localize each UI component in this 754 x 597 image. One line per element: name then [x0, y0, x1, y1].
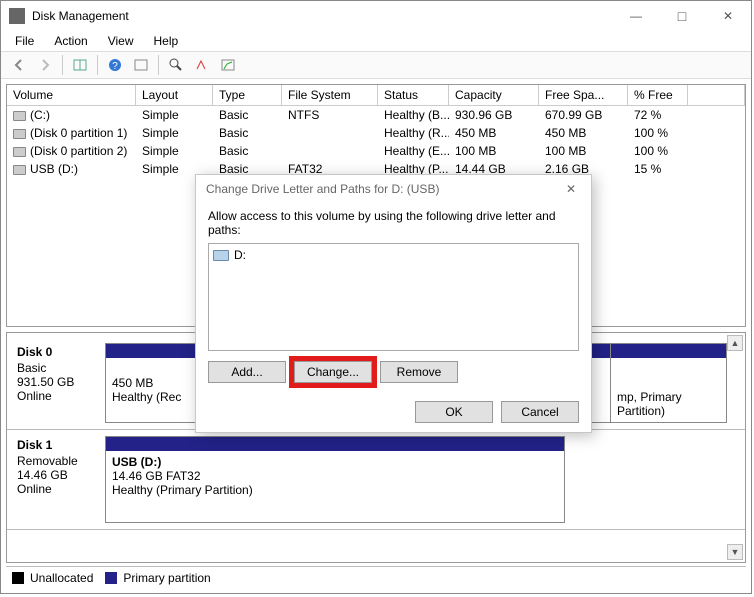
col-volume[interactable]: Volume [7, 85, 136, 106]
toolbar: ? [1, 51, 751, 79]
svg-text:?: ? [112, 61, 118, 72]
col-freespace[interactable]: Free Spa... [539, 85, 628, 106]
table-row[interactable]: (Disk 0 partition 2)SimpleBasicHealthy (… [7, 142, 745, 160]
menubar: File Action View Help [1, 31, 751, 51]
scroll-up[interactable]: ▲ [727, 335, 743, 351]
table-row[interactable]: (C:)SimpleBasicNTFSHealthy (B...930.96 G… [7, 106, 745, 124]
legend-primary: Primary partition [123, 571, 210, 585]
col-status[interactable]: Status [378, 85, 449, 106]
search-button[interactable] [164, 54, 188, 76]
titlebar: Disk Management [1, 1, 751, 31]
ok-button[interactable]: OK [415, 401, 493, 423]
close-button[interactable] [705, 1, 751, 31]
col-filesystem[interactable]: File System [282, 85, 378, 106]
dialog-titlebar: Change Drive Letter and Paths for D: (US… [196, 175, 591, 203]
disk1-partitions: USB (D:) 14.46 GB FAT32 Healthy (Primary… [105, 436, 565, 523]
list-button[interactable] [216, 54, 240, 76]
drive-icon [213, 250, 229, 261]
menu-file[interactable]: File [7, 32, 42, 50]
menu-help[interactable]: Help [146, 32, 187, 50]
back-button[interactable] [7, 54, 31, 76]
legend-swatch-primary [105, 572, 117, 584]
dialog-title: Change Drive Letter and Paths for D: (US… [206, 182, 551, 196]
col-capacity[interactable]: Capacity [449, 85, 539, 106]
forward-button[interactable] [33, 54, 57, 76]
change-drive-letter-dialog: Change Drive Letter and Paths for D: (US… [195, 174, 592, 433]
help-button[interactable]: ? [103, 54, 127, 76]
legend-swatch-unallocated [12, 572, 24, 584]
window-title: Disk Management [32, 9, 613, 23]
table-header: Volume Layout Type File System Status Ca… [7, 85, 745, 106]
menu-view[interactable]: View [100, 32, 142, 50]
disk-row-1[interactable]: Disk 1 Removable 14.46 GB Online USB (D:… [7, 430, 745, 530]
add-button[interactable]: Add... [208, 361, 286, 383]
dialog-close-button[interactable] [551, 175, 591, 203]
maximize-button[interactable] [659, 1, 705, 31]
remove-button[interactable]: Remove [380, 361, 458, 383]
disk0-label: Disk 0 Basic 931.50 GB Online [13, 343, 105, 423]
disk1-label: Disk 1 Removable 14.46 GB Online [13, 436, 105, 523]
table-row[interactable]: (Disk 0 partition 1)SimpleBasicHealthy (… [7, 124, 745, 142]
dialog-instruction: Allow access to this volume by using the… [208, 209, 579, 237]
path-list[interactable]: D: [208, 243, 579, 351]
legend: Unallocated Primary partition [6, 566, 746, 588]
scroll-down[interactable]: ▼ [727, 544, 743, 560]
path-entry-label: D: [234, 248, 246, 262]
col-type[interactable]: Type [213, 85, 282, 106]
legend-unallocated: Unallocated [30, 571, 93, 585]
col-spacer [688, 85, 745, 106]
col-pctfree[interactable]: % Free [628, 85, 688, 106]
change-button[interactable]: Change... [294, 361, 372, 383]
panel-button[interactable] [68, 54, 92, 76]
menu-action[interactable]: Action [46, 32, 95, 50]
refresh-button[interactable] [129, 54, 153, 76]
cancel-button[interactable]: Cancel [501, 401, 579, 423]
minimize-button[interactable] [613, 1, 659, 31]
path-list-item[interactable]: D: [213, 248, 574, 262]
app-icon [9, 8, 25, 24]
settings-button[interactable] [190, 54, 214, 76]
disk0-part-tail[interactable]: mp, Primary Partition) [611, 358, 726, 422]
col-layout[interactable]: Layout [136, 85, 213, 106]
disk1-part1[interactable]: USB (D:) 14.46 GB FAT32 Healthy (Primary… [106, 451, 564, 522]
